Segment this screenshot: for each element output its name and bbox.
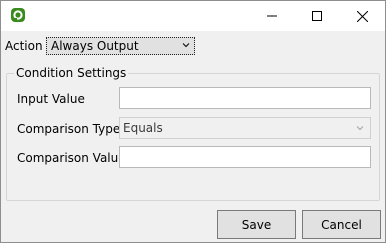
minimize-button[interactable] <box>249 1 294 31</box>
save-button[interactable]: Save <box>217 210 296 239</box>
close-button[interactable] <box>340 1 385 31</box>
chevron-down-icon <box>356 126 364 131</box>
dialog-window: Action Always Output Condition Settings … <box>0 0 386 243</box>
maximize-icon <box>311 11 322 21</box>
cancel-button-label: Cancel <box>321 217 362 232</box>
save-button-label: Save <box>241 217 272 232</box>
comparison-type-value: Equals <box>123 121 163 135</box>
action-select[interactable]: Always Output <box>46 37 195 55</box>
comparison-type-label: Comparison Type <box>17 122 121 136</box>
condition-settings-title: Condition Settings <box>14 66 129 80</box>
cancel-button[interactable]: Cancel <box>302 210 381 239</box>
comparison-value-label: Comparison Value <box>17 151 126 165</box>
maximize-button[interactable] <box>294 1 339 31</box>
comparison-type-select[interactable]: Equals <box>119 117 371 139</box>
action-label: Action <box>5 39 43 53</box>
minimize-icon <box>266 15 277 17</box>
close-icon <box>357 10 368 22</box>
input-value-label: Input Value <box>17 92 85 106</box>
app-logo-icon <box>11 8 25 22</box>
input-value-field[interactable] <box>119 87 371 109</box>
comparison-value-field[interactable] <box>119 146 371 168</box>
condition-settings-group: Condition Settings Input Value Compariso… <box>6 66 380 201</box>
chevron-down-icon <box>182 43 190 48</box>
action-select-value: Always Output <box>51 39 139 53</box>
title-bar[interactable] <box>1 1 385 31</box>
